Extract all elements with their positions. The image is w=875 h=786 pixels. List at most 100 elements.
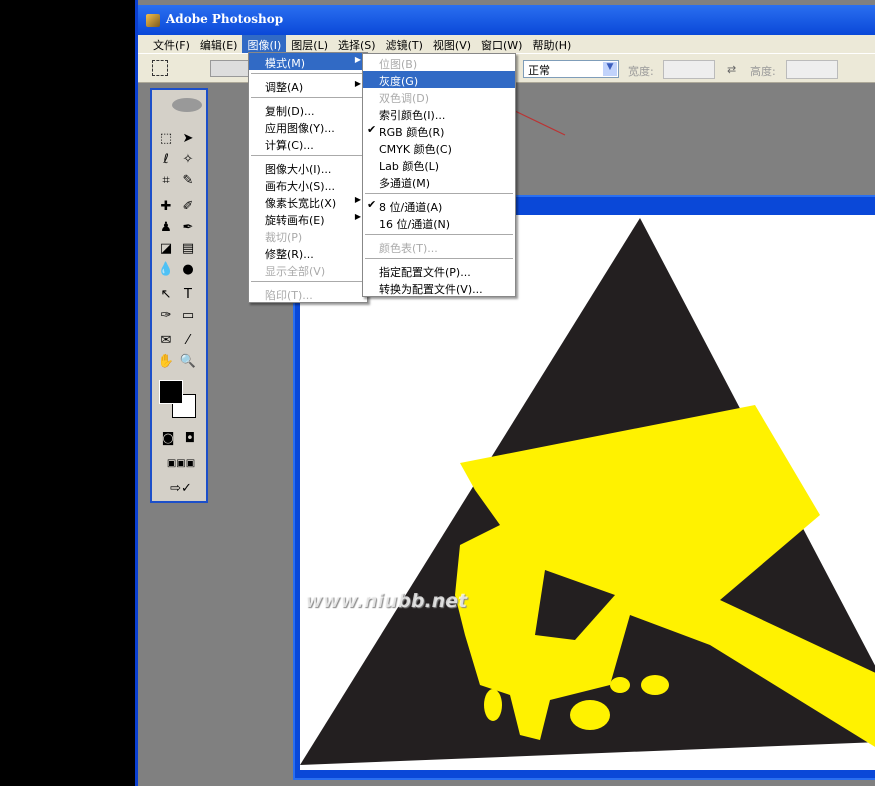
- menu-item[interactable]: Lab 颜色(L): [363, 156, 515, 173]
- menu-item-label: 转换为配置文件(V)...: [379, 283, 483, 296]
- width-input[interactable]: [663, 60, 715, 79]
- menu-item[interactable]: 指定配置文件(P)...: [363, 262, 515, 279]
- marquee-icon[interactable]: ⬚: [156, 130, 176, 147]
- dodge-icon[interactable]: ●: [178, 261, 198, 278]
- menu-item[interactable]: 位图(B): [363, 54, 515, 71]
- imageready-icon[interactable]: ⇨✓: [154, 480, 208, 497]
- blur-icon[interactable]: 💧: [156, 261, 176, 278]
- move-icon[interactable]: ➤: [178, 130, 198, 147]
- menu-item[interactable]: 图像大小(I)...: [249, 159, 367, 176]
- esd-warning-sign: [300, 218, 875, 765]
- menu-item[interactable]: 8 位/通道(A) ✔: [363, 197, 515, 214]
- swap-icon[interactable]: ⇄: [727, 63, 736, 76]
- submenu-arrow-icon: ▶: [354, 55, 361, 64]
- selection-mode-buttons[interactable]: [210, 60, 250, 77]
- path-select-icon[interactable]: ↖: [156, 286, 176, 303]
- watermark: www.niubb.net: [305, 590, 468, 612]
- healing-icon[interactable]: ✚: [156, 198, 176, 215]
- pen-icon[interactable]: ✑: [156, 307, 176, 324]
- menu-item-label: CMYK 颜色(C): [379, 143, 452, 156]
- menu-item[interactable]: 灰度(G): [363, 71, 515, 88]
- photoshop-logo-icon: [146, 14, 160, 27]
- menu-item[interactable]: 调整(A) ▶: [249, 77, 367, 94]
- shape-icon[interactable]: ▭: [178, 307, 198, 324]
- menu-6[interactable]: 视图(V): [428, 35, 476, 53]
- menu-2[interactable]: 图像(I): [242, 35, 287, 53]
- particle: [570, 700, 610, 730]
- gradient-icon[interactable]: ▤: [178, 240, 198, 257]
- menu-item[interactable]: 裁切(P): [249, 227, 367, 244]
- magic-wand-icon[interactable]: ✧: [178, 151, 198, 168]
- menu-item-label: 裁切(P): [265, 231, 303, 244]
- menu-8[interactable]: 帮助(H): [527, 35, 576, 53]
- check-icon: ✔: [367, 198, 377, 211]
- menu-item[interactable]: CMYK 颜色(C): [363, 139, 515, 156]
- menu-item[interactable]: 颜色表(T)...: [363, 238, 515, 255]
- mode-submenu: 位图(B) 灰度(G) 双色调(D) 索引颜色(I)... RGB 颜色(R) ✔ CMYK…: [362, 53, 516, 297]
- menu-item-label: 旋转画布(E): [265, 214, 325, 227]
- menu-7[interactable]: 窗口(W): [476, 35, 527, 53]
- menu-item[interactable]: 索引颜色(I)...: [363, 105, 515, 122]
- menu-item-label: RGB 颜色(R): [379, 126, 445, 139]
- menu-item-label: 陷印(T)...: [265, 289, 313, 302]
- menu-item[interactable]: 计算(C)...: [249, 135, 367, 152]
- menu-item[interactable]: 像素长宽比(X) ▶: [249, 193, 367, 210]
- chevron-down-icon[interactable]: ▼: [603, 62, 617, 76]
- menu-4[interactable]: 选择(S): [333, 35, 381, 53]
- slice-icon[interactable]: ✎: [178, 172, 198, 189]
- feather-logo-icon: [172, 98, 202, 112]
- menu-separator: [365, 258, 513, 259]
- marquee-tool-icon[interactable]: [152, 60, 168, 76]
- submenu-arrow-icon: ▶: [354, 212, 361, 221]
- menu-item[interactable]: 模式(M) ▶: [249, 53, 367, 70]
- menu-item[interactable]: 陷印(T)...: [249, 285, 367, 302]
- foreground-color-swatch[interactable]: [159, 380, 183, 404]
- eyedropper-icon[interactable]: ⁄: [178, 332, 198, 349]
- hand-icon[interactable]: ✋: [156, 353, 176, 370]
- notes-icon[interactable]: ✉: [156, 332, 176, 349]
- menu-item[interactable]: 应用图像(Y)...: [249, 118, 367, 135]
- menu-item-label: 修整(R)...: [265, 248, 314, 261]
- style-select[interactable]: 正常 ▼: [523, 60, 619, 78]
- particle: [641, 675, 669, 695]
- menu-item-label: Lab 颜色(L): [379, 160, 440, 173]
- menu-item[interactable]: 显示全部(V): [249, 261, 367, 278]
- menu-5[interactable]: 滤镜(T): [381, 35, 428, 53]
- menu-item-label: 位图(B): [379, 58, 418, 71]
- width-label: 宽度:: [628, 65, 654, 78]
- standard-mode-icon[interactable]: ◙: [158, 430, 178, 447]
- title-bar: Adobe Photoshop: [138, 5, 875, 35]
- menu-separator: [365, 193, 513, 194]
- screen-mode-icons[interactable]: ▣▣▣: [154, 455, 208, 472]
- menu-item-label: 像素长宽比(X): [265, 197, 337, 210]
- menu-item[interactable]: 多通道(M): [363, 173, 515, 190]
- menu-item[interactable]: 画布大小(S)...: [249, 176, 367, 193]
- lasso-icon[interactable]: ℓ: [156, 151, 176, 168]
- menu-3[interactable]: 图层(L): [286, 35, 333, 53]
- crop-icon[interactable]: ⌗: [156, 172, 176, 189]
- menu-separator: [251, 97, 365, 98]
- eraser-icon[interactable]: ◪: [156, 240, 176, 257]
- menu-item-label: 复制(D)...: [265, 105, 315, 118]
- zoom-icon[interactable]: 🔍: [178, 353, 198, 370]
- menu-item-label: 指定配置文件(P)...: [379, 266, 471, 279]
- menu-item[interactable]: 修整(R)...: [249, 244, 367, 261]
- menu-0[interactable]: 文件(F): [148, 35, 195, 53]
- history-brush-icon[interactable]: ✒: [178, 219, 198, 236]
- menu-separator: [251, 73, 365, 74]
- menu-item[interactable]: 旋转画布(E) ▶: [249, 210, 367, 227]
- quick-mask-icon[interactable]: ◘: [180, 430, 200, 447]
- menu-item[interactable]: 16 位/通道(N): [363, 214, 515, 231]
- menu-separator: [365, 234, 513, 235]
- menu-1[interactable]: 编辑(E): [195, 35, 243, 53]
- submenu-arrow-icon: ▶: [354, 79, 361, 88]
- toolbox: ⬚ ➤ ℓ ✧ ⌗ ✎ ✚ ✐ ♟ ✒ ◪ ▤ 💧 ● ↖ T ✑ ▭ ✉ ⁄ ✋ 🔍 ◙ ◘ ▣▣▣ …: [150, 88, 208, 503]
- menu-item[interactable]: 复制(D)...: [249, 101, 367, 118]
- stamp-icon[interactable]: ♟: [156, 219, 176, 236]
- menu-item[interactable]: 转换为配置文件(V)...: [363, 279, 515, 296]
- menu-item[interactable]: 双色调(D): [363, 88, 515, 105]
- height-input[interactable]: [786, 60, 838, 79]
- menu-item[interactable]: RGB 颜色(R) ✔: [363, 122, 515, 139]
- type-icon[interactable]: T: [178, 286, 198, 303]
- brush-icon[interactable]: ✐: [178, 198, 198, 215]
